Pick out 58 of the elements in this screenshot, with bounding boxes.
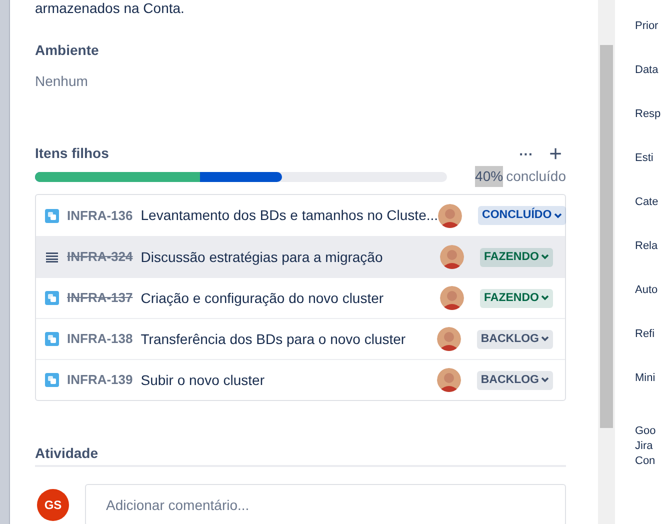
subtask-icon [45, 208, 59, 222]
side-field-label: Auto [635, 283, 659, 298]
issue-summary: Discussão estratégias para a migração [140, 248, 384, 267]
avatar[interactable] [440, 245, 464, 269]
subtask-icon [45, 291, 59, 305]
caret-icon [554, 212, 562, 218]
side-field-label: Data [635, 63, 660, 78]
side-field-label: Cate [635, 195, 660, 210]
status-dropdown[interactable]: FAZENDO [480, 248, 553, 266]
avatar[interactable] [436, 327, 461, 351]
caret-icon [541, 254, 549, 260]
caret-icon [541, 295, 549, 301]
child-item-row[interactable]: INFRA-324 Discussão estratégias para a migração FAZENDO [36, 236, 565, 277]
subtask-icon [45, 332, 59, 346]
subtask-icon [45, 373, 59, 387]
side-field-label: Mini [635, 371, 656, 386]
field-value: Nenhum [35, 72, 89, 91]
add-button[interactable]: + [549, 144, 562, 162]
section-heading: Itens filhos [35, 144, 110, 163]
scrollbar[interactable] [598, 0, 615, 524]
percent-text: 40% [475, 166, 504, 187]
issue-summary: Subir o novo cluster [140, 370, 266, 390]
status-dropdown[interactable]: BACKLOG [476, 370, 553, 390]
caret-icon [541, 336, 549, 342]
child-item-row[interactable]: INFRA-137 Criação e configuração do novo cluster FAZENDO [36, 277, 565, 318]
issue-summary: Transferência dos BDs para o novo cluster [140, 330, 407, 349]
caret-icon [541, 377, 549, 383]
side-field-label: Rela [635, 239, 659, 254]
status-dropdown[interactable]: CONCLUÍDO [478, 206, 566, 225]
issue-key-link[interactable]: INFRA-137 [67, 288, 133, 308]
issue-key-link[interactable]: INFRA-324 [67, 247, 133, 267]
more-button[interactable]: ··· [519, 146, 534, 160]
child-item-row[interactable]: INFRA-139 Subir o novo cluster BACKLOG [36, 359, 565, 400]
child-item-row[interactable]: INFRA-138 Transferência dos BDs para o novo cluster BACKLOG [36, 318, 565, 359]
section-heading: Ambiente [35, 41, 100, 60]
issue-key-link[interactable]: INFRA-136 [67, 206, 133, 226]
user-avatar[interactable]: GS [37, 489, 69, 521]
issue-key-link[interactable]: INFRA-139 [67, 370, 133, 390]
issue-summary: Levantamento dos BDs e tamanhos no Cluste... [140, 206, 438, 225]
avatar[interactable] [436, 368, 461, 392]
avatar[interactable] [438, 204, 462, 228]
scrollbar-thumb[interactable] [600, 45, 613, 428]
comment-field[interactable]: Adicionar comentário... [85, 484, 566, 524]
avatar[interactable] [440, 286, 464, 310]
side-field-label: Refi [635, 327, 656, 342]
status-dropdown[interactable]: FAZENDO [480, 288, 553, 308]
child-item-row[interactable]: INFRA-136 Levantamento dos BDs e tamanhos no Cluste... CONCLUÍDO [36, 195, 565, 236]
progress-label: concluído [506, 167, 566, 186]
side-field-label: Esti [635, 151, 654, 166]
issue-summary: Criação e configuração do novo cluster [140, 288, 385, 308]
list-icon [45, 250, 59, 264]
side-field-label: Resp [635, 107, 661, 122]
side-field-label: Prior [635, 19, 660, 34]
status-dropdown[interactable]: BACKLOG [476, 330, 553, 348]
side-field-label: Goo Jira Con [635, 424, 657, 469]
description-text: armazenados na Conta. [35, 0, 186, 16]
issue-key-link[interactable]: INFRA-138 [67, 329, 133, 349]
section-heading: Atividade [35, 444, 100, 463]
